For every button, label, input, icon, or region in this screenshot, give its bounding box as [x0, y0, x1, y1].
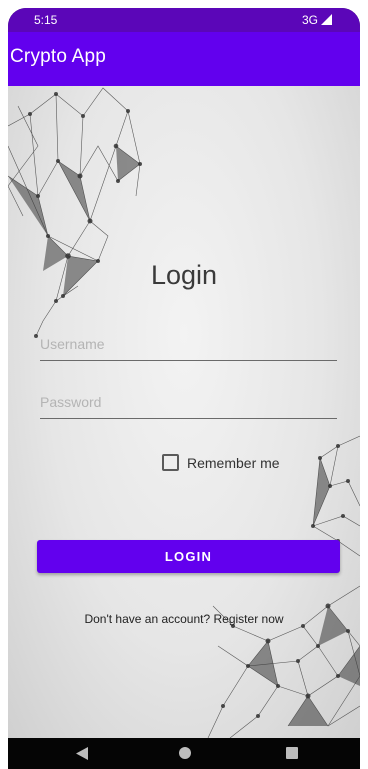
- password-input[interactable]: [40, 388, 337, 419]
- network-type: 3G: [301, 13, 318, 27]
- login-screen: Login Remember me LOGIN Don't have an ac…: [8, 86, 360, 738]
- checkbox-icon[interactable]: [162, 454, 179, 471]
- login-button[interactable]: LOGIN: [37, 540, 340, 573]
- navigation-bar: [8, 738, 360, 769]
- phone-screen: 5:15 3G Crypto App Login Username Rememb…: [8, 8, 360, 769]
- remember-me-label: Remember me: [187, 454, 280, 471]
- app-title: Crypto App: [10, 46, 106, 67]
- status-bar: 5:15 3G: [8, 8, 360, 32]
- back-triangle-icon[interactable]: [76, 747, 88, 760]
- status-time: 5:15: [34, 13, 58, 27]
- home-circle-icon[interactable]: [178, 746, 192, 760]
- remember-me-checkbox[interactable]: Remember me: [162, 454, 280, 471]
- signal-icon: [321, 14, 332, 25]
- username-input[interactable]: [40, 330, 337, 361]
- recents-square-icon[interactable]: [286, 747, 298, 759]
- app-bar: Crypto App: [8, 32, 360, 86]
- login-title: Login: [150, 260, 218, 290]
- register-link[interactable]: Don't have an account? Register now: [8, 612, 360, 626]
